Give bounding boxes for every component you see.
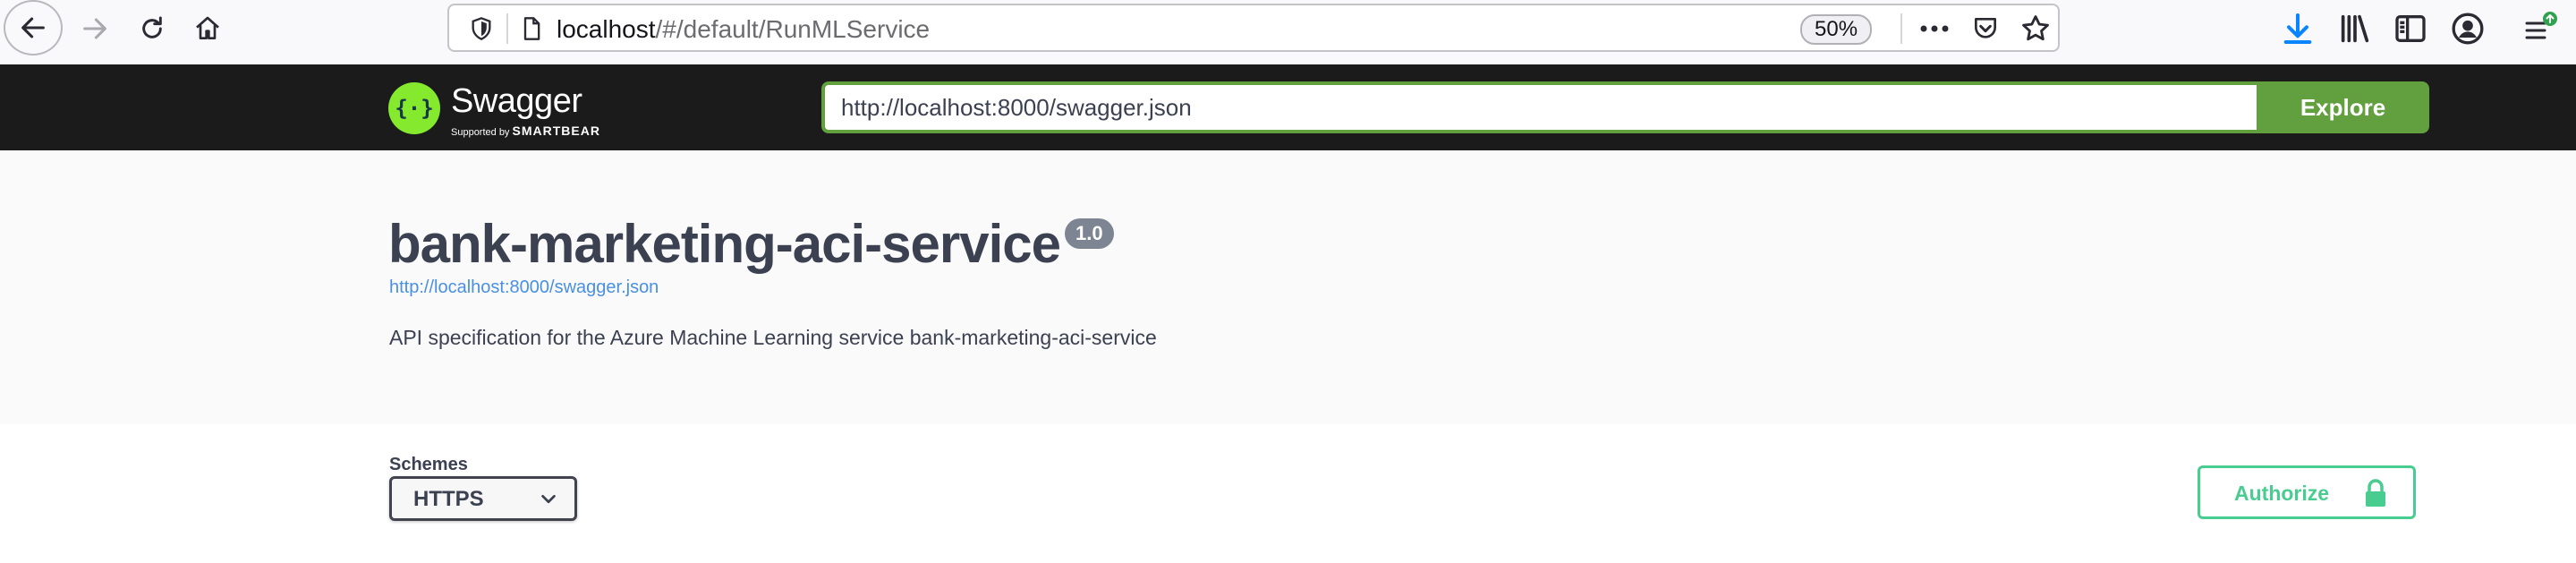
logo-supported-text: Supported by [451,127,510,138]
api-info-section: bank-marketing-aci-service 1.0 http://lo… [0,150,2576,424]
version-badge: 1.0 [1065,218,1114,249]
spec-url-link[interactable]: http://localhost:8000/swagger.json [389,277,659,298]
spec-url-input[interactable] [821,81,2257,133]
address-bar[interactable]: localhost/#/default/RunMLService 50% [447,4,2060,52]
reload-button[interactable] [134,11,170,47]
home-icon [196,16,219,39]
url-separator [506,13,508,44]
schemes-select[interactable]: HTTPS [389,476,577,521]
browser-toolbar: localhost/#/default/RunMLService 50% [0,0,2576,65]
reload-icon [142,16,162,38]
url-path: /#/default/RunMLService [655,15,931,43]
swagger-logo[interactable]: {·} Swagger Supported by SMARTBEAR [388,77,603,140]
schemes-selected-value: HTTPS [413,487,484,511]
logo-brand-text: SMARTBEAR [512,124,600,138]
star-icon[interactable] [2020,13,2051,44]
shield-icon[interactable] [469,16,494,41]
api-title: bank-marketing-aci-service [388,214,1061,274]
swagger-logo-icon: {·} [388,82,440,134]
url-separator-2 [1900,13,1902,44]
back-button[interactable] [4,0,63,55]
more-icon[interactable] [1918,16,1951,41]
library-icon[interactable] [2337,11,2373,47]
swagger-logo-subtitle: Supported by SMARTBEAR [451,124,600,138]
menu-icon[interactable] [2521,11,2557,47]
api-description: API specification for the Azure Machine … [389,326,1157,349]
page-icon[interactable] [519,15,544,42]
url-text[interactable]: localhost/#/default/RunMLService [557,15,930,44]
download-icon[interactable] [2280,11,2316,47]
svg-text:{·}: {·} [395,96,433,121]
explore-button[interactable]: Explore [2257,81,2429,133]
schemes-label: Schemes [389,455,468,474]
swagger-logo-title: Swagger [451,82,582,120]
sidebar-icon[interactable] [2393,11,2428,47]
account-icon[interactable] [2450,11,2486,47]
url-host: localhost [557,15,656,43]
lock-icon [2366,479,2385,507]
zoom-level-badge[interactable]: 50% [1800,14,1873,45]
back-arrow-icon [21,17,45,38]
forward-arrow-icon [83,18,106,39]
home-button[interactable] [190,11,225,47]
chevron-down-icon [541,494,556,504]
swagger-topbar: {·} Swagger Supported by SMARTBEAR Explo… [0,64,2576,150]
authorize-button[interactable]: Authorize [2198,465,2416,519]
authorize-label: Authorize [2234,482,2330,505]
forward-button[interactable] [77,11,113,47]
pocket-icon[interactable] [1970,14,2001,43]
